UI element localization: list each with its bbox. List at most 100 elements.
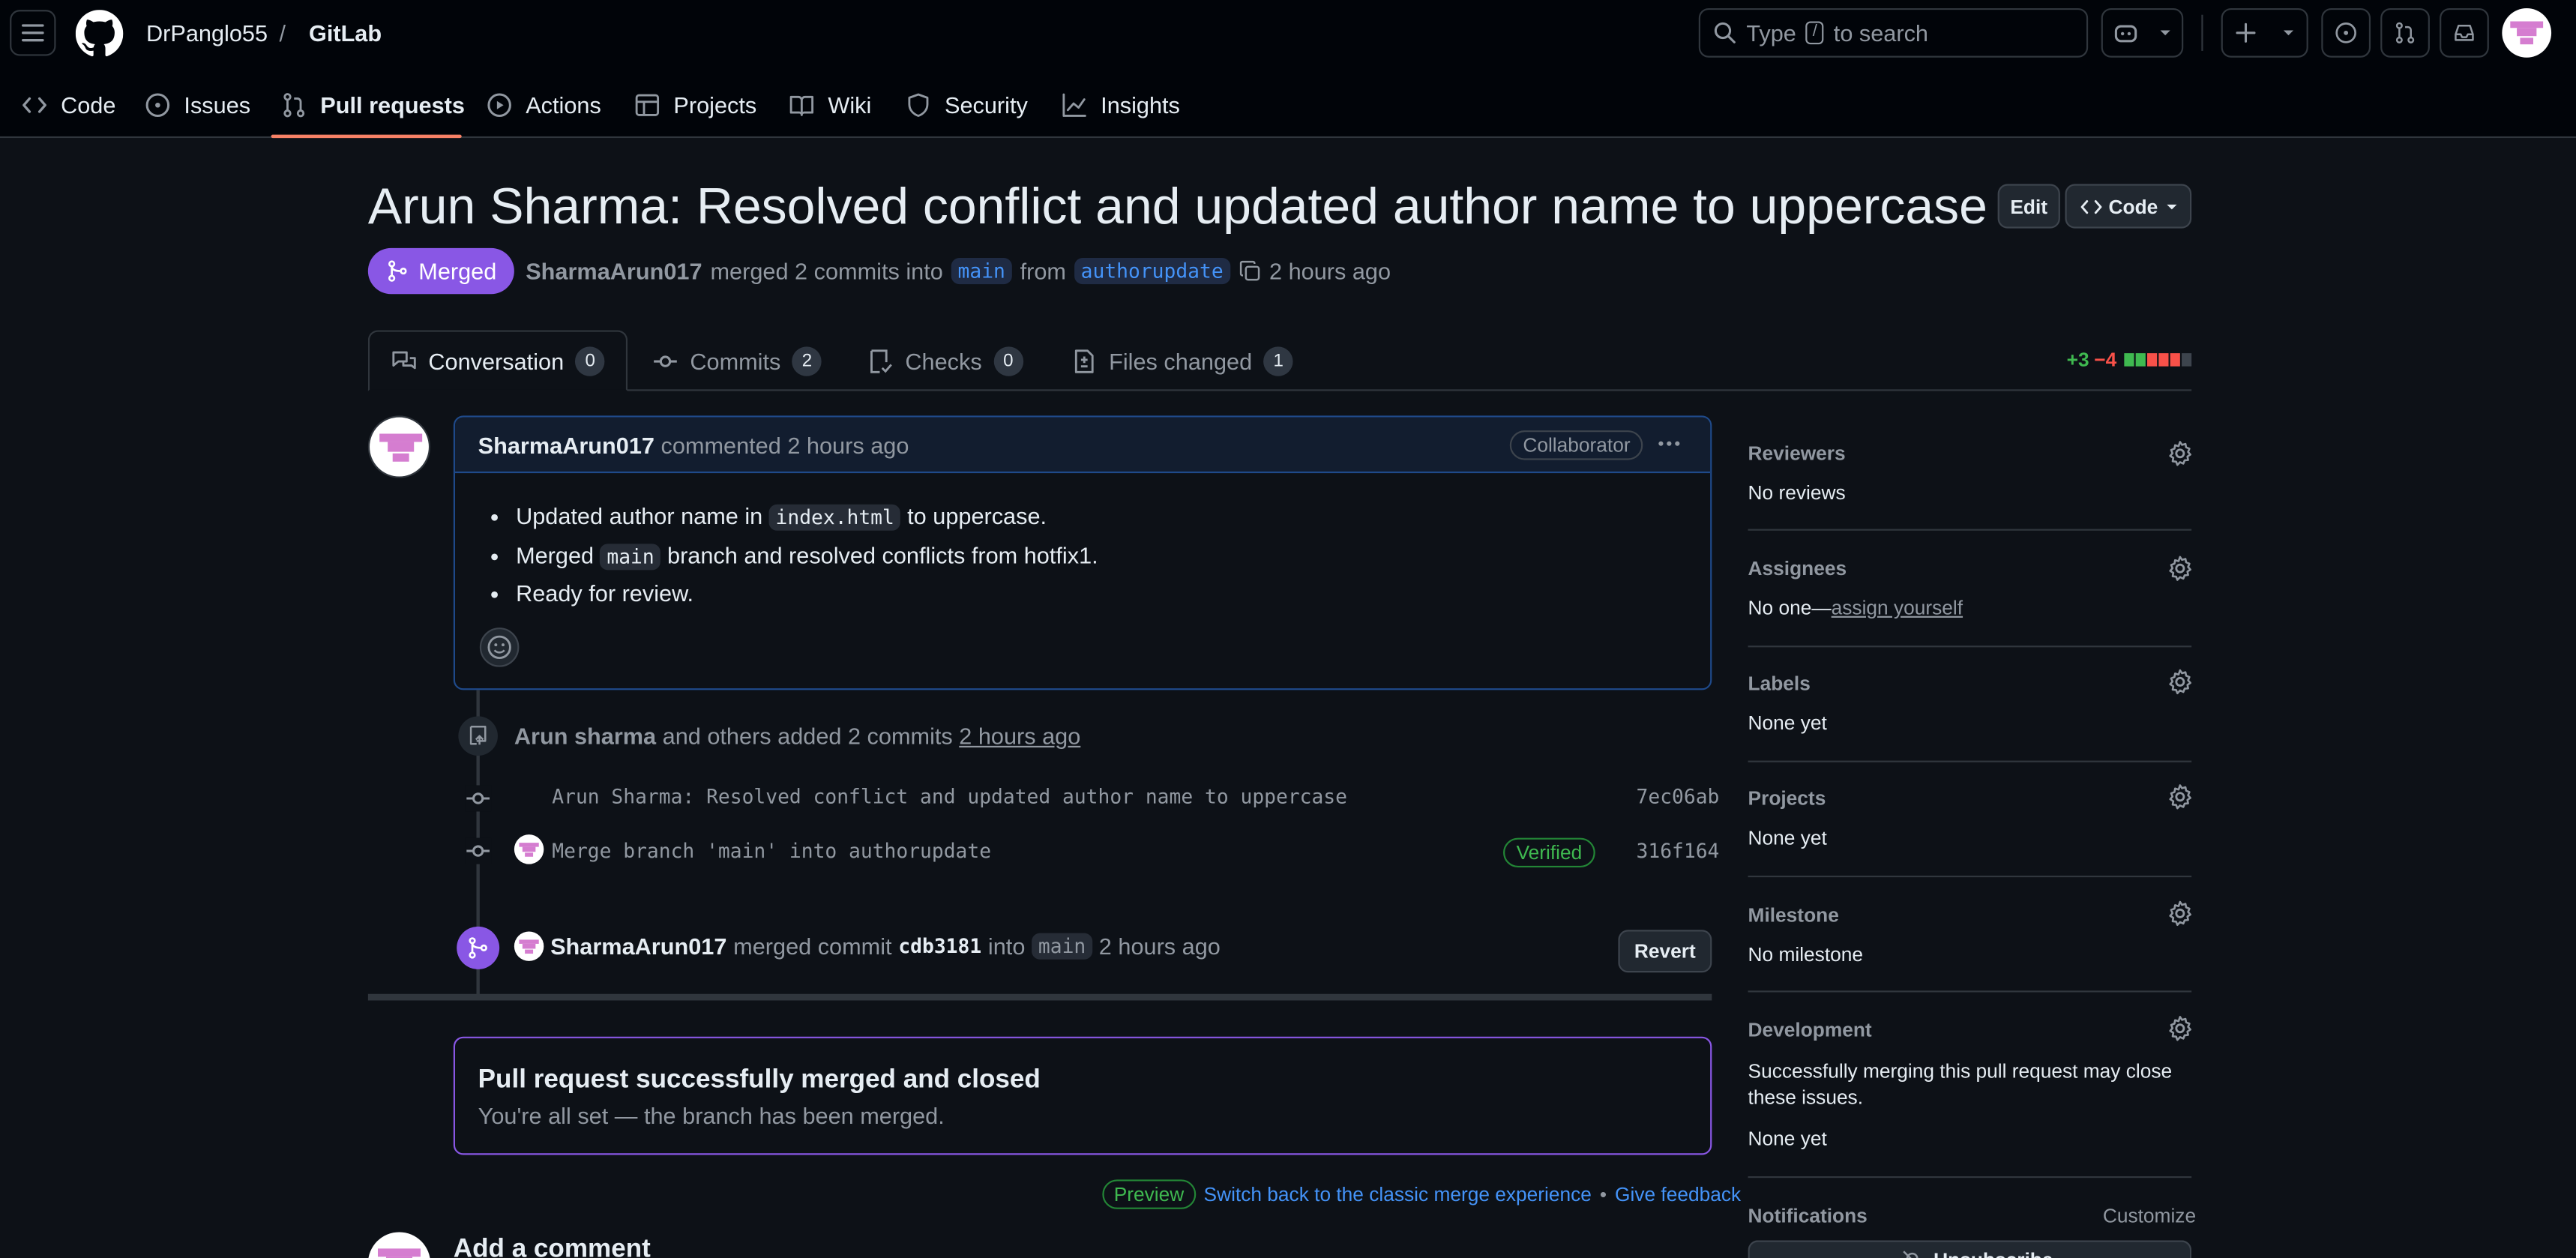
notifications-button[interactable] <box>2440 7 2489 58</box>
comment-header: SharmaArun017 commented 2 hours ago Coll… <box>454 417 1711 474</box>
development-heading: Development <box>1748 1018 1872 1042</box>
tab-conversation[interactable]: Conversation 0 <box>367 330 628 391</box>
tab-issues[interactable]: Issues <box>145 85 250 125</box>
tab-insights[interactable]: Insights <box>1062 85 1180 125</box>
verified-badge[interactable]: Verified <box>1503 837 1595 868</box>
diffstat-blocks <box>2125 353 2193 367</box>
comment-options-button[interactable] <box>1655 429 1684 458</box>
commits-time-link[interactable]: 2 hours ago <box>959 723 1080 749</box>
search-placeholder-post: to search <box>1833 19 1929 46</box>
labels-heading: Labels <box>1748 672 1811 695</box>
merge-time[interactable]: 2 hours ago <box>1099 933 1221 960</box>
current-user-avatar <box>367 1232 431 1258</box>
give-feedback-link[interactable]: Give feedback <box>1615 1183 1741 1206</box>
diffstat-additions: +3 <box>2066 348 2089 372</box>
repo-owner-link[interactable]: DrPanglo55 <box>146 19 268 46</box>
sidebar-divider <box>1748 760 2192 762</box>
tab-files-changed[interactable]: Files changed 1 <box>1071 346 1293 376</box>
search-input[interactable]: Type / to search <box>1698 7 2089 58</box>
tab-projects[interactable]: Projects <box>634 85 756 125</box>
projects-value: None yet <box>1748 826 1827 849</box>
tab-security[interactable]: Security <box>905 85 1028 125</box>
merged-status-label: Merged <box>418 258 497 285</box>
user-avatar[interactable] <box>2502 7 2552 58</box>
commit-sha-1[interactable]: 7ec06ab <box>1637 785 1720 808</box>
diffstat: +3 −4 <box>2066 348 2193 372</box>
tab-actions[interactable]: Actions <box>487 85 601 125</box>
tab-commits[interactable]: Commits 2 <box>652 346 822 376</box>
base-branch-label[interactable]: main <box>951 258 1012 285</box>
commits-author-link[interactable]: Arun sharma <box>514 723 656 749</box>
labels-gear-icon[interactable] <box>2167 669 2193 695</box>
code-dropdown-button[interactable]: Code <box>2065 184 2192 229</box>
identicon-icon <box>377 1248 421 1258</box>
header-divider <box>2201 14 2203 51</box>
tab-wiki[interactable]: Wiki <box>789 85 872 125</box>
unsubscribe-button[interactable]: Unsubscribe <box>1748 1240 2192 1258</box>
switch-classic-link[interactable]: Switch back to the classic merge experie… <box>1204 1183 1592 1206</box>
tab-code[interactable]: Code <box>21 85 115 125</box>
push-event-badge <box>458 716 498 756</box>
comment-time[interactable]: 2 hours ago <box>787 432 909 458</box>
commit-node-2 <box>465 837 492 864</box>
code-icon <box>22 97 46 113</box>
pull-requests-button[interactable] <box>2380 7 2430 58</box>
assignees-gear-icon[interactable] <box>2167 556 2193 582</box>
pr-from-text: from <box>1020 258 1066 285</box>
copy-icon[interactable] <box>1238 259 1261 283</box>
merge-author-link[interactable]: SharmaArun017 <box>550 933 726 960</box>
merge-into-text: into <box>987 933 1026 960</box>
git-commit-icon <box>654 355 677 367</box>
chevron-down-icon <box>2283 30 2293 36</box>
menu-button[interactable] <box>10 10 56 56</box>
identicon-icon <box>2510 21 2544 45</box>
development-gear-icon[interactable] <box>2167 1015 2193 1041</box>
projects-gear-icon[interactable] <box>2167 783 2193 810</box>
commit-author-avatar[interactable] <box>514 834 544 864</box>
comment-line-1-post: to uppercase. <box>907 502 1047 529</box>
tab-commits-label: Commits <box>690 348 781 375</box>
pr-author-link[interactable]: SharmaArun017 <box>526 258 702 284</box>
commit-node-1 <box>465 785 492 812</box>
book-icon <box>789 95 814 116</box>
merge-commit-sha[interactable]: cdb3181 <box>898 935 981 958</box>
comment-author-avatar[interactable] <box>367 415 431 478</box>
diffstat-deletions: −4 <box>2094 348 2117 372</box>
copilot-button[interactable] <box>2101 7 2184 58</box>
edit-title-button[interactable]: Edit <box>1997 184 2060 229</box>
tab-pull-requests[interactable]: Pull requests <box>281 85 465 125</box>
copilot-icon <box>2114 25 2137 43</box>
code-dropdown-label: Code <box>2108 194 2158 218</box>
commit-sha-2[interactable]: 316f164 <box>1637 840 1720 863</box>
assign-yourself-link[interactable]: assign yourself <box>1832 596 1963 619</box>
timeline-end-divider <box>367 993 1712 1001</box>
comment-author-link[interactable]: SharmaArun017 <box>478 432 654 458</box>
labels-value: None yet <box>1748 711 1827 735</box>
git-pull-request-icon <box>283 93 305 118</box>
merge-target-branch[interactable]: main <box>1032 933 1093 960</box>
tab-checks[interactable]: Checks 0 <box>867 346 1023 376</box>
repo-name-link[interactable]: GitLab <box>309 19 382 46</box>
reviewers-gear-icon[interactable] <box>2167 440 2193 466</box>
merged-box-subtitle: You're all set — the branch has been mer… <box>478 1102 945 1129</box>
merger-avatar[interactable] <box>514 931 544 961</box>
play-icon <box>487 93 511 118</box>
pr-merged-text: merged 2 commits into <box>710 258 943 285</box>
commit-message-1[interactable]: Arun Sharma: Resolved conflict and updat… <box>552 785 1347 808</box>
add-reaction-button[interactable] <box>479 628 520 667</box>
head-branch-label[interactable]: authorupdate <box>1074 258 1230 285</box>
create-new-button[interactable] <box>2221 7 2308 58</box>
tab-actions-label: Actions <box>526 91 601 118</box>
search-shortcut-key: / <box>1806 21 1824 45</box>
commit-message-2[interactable]: Merge branch 'main' into authorupdate <box>552 840 991 863</box>
customize-notifications-link[interactable]: Customize <box>2103 1204 2196 1227</box>
issues-button[interactable] <box>2321 7 2371 58</box>
github-logo-icon[interactable] <box>75 10 124 58</box>
tab-wiki-label: Wiki <box>828 91 872 118</box>
comment-body: Updated author name in index.html to upp… <box>516 498 1098 612</box>
merge-event: SharmaArun017 merged commit cdb3181 into… <box>550 933 1221 960</box>
pr-time: 2 hours ago <box>1269 258 1391 285</box>
revert-button[interactable]: Revert <box>1618 930 1712 973</box>
milestone-gear-icon[interactable] <box>2167 900 2193 927</box>
file-diff-icon <box>1074 349 1094 373</box>
